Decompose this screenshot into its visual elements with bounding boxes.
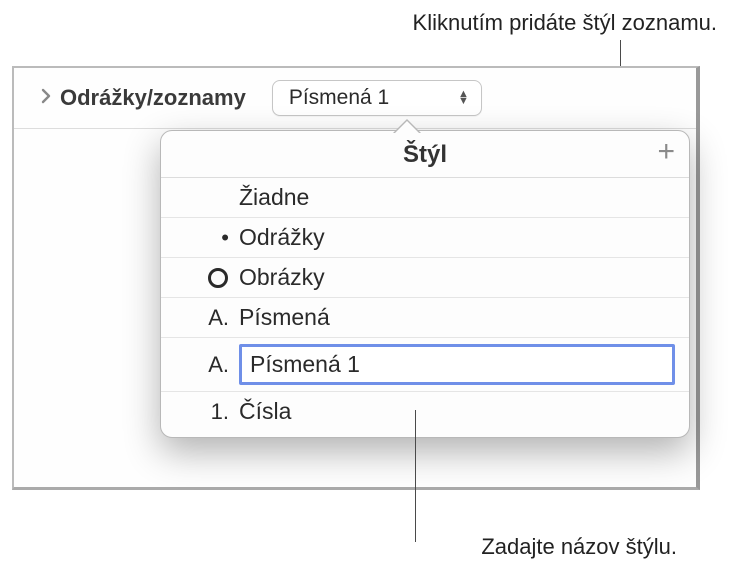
callout-enter-name: Zadajte názov štýlu. <box>481 534 677 560</box>
style-name: Obrázky <box>239 264 675 291</box>
style-row-images[interactable]: Obrázky <box>161 258 689 298</box>
bullet-icon <box>189 225 229 251</box>
letter-marker: A. <box>189 352 229 378</box>
circle-icon <box>189 267 229 289</box>
style-name: Čísla <box>239 398 675 425</box>
style-popover: Štýl + Žiadne Odrážky Obrázky A. Písmená <box>160 130 690 438</box>
style-list: Žiadne Odrážky Obrázky A. Písmená A. <box>161 178 689 437</box>
popover-title: Štýl + <box>161 131 689 178</box>
list-style-dropdown[interactable]: Písmená 1 ▲▼ <box>272 80 482 116</box>
style-row-letters[interactable]: A. Písmená <box>161 298 689 338</box>
style-row-bullets[interactable]: Odrážky <box>161 218 689 258</box>
letter-marker: A. <box>189 305 229 331</box>
dropdown-value: Písmená 1 <box>289 86 389 110</box>
style-name: Písmená <box>239 304 675 331</box>
inspector-panel: Odrážky/zoznamy Písmená 1 ▲▼ Štýl + Žiad… <box>12 66 700 490</box>
style-name: Odrážky <box>239 224 675 251</box>
callout-add-style: Kliknutím pridáte štýl zoznamu. <box>413 10 717 36</box>
style-row-none[interactable]: Žiadne <box>161 178 689 218</box>
bullets-lists-row: Odrážky/zoznamy Písmená 1 ▲▼ <box>14 68 696 129</box>
style-row-letters-1[interactable]: A. <box>161 338 689 392</box>
callout-line-bottom <box>415 410 416 542</box>
add-style-button[interactable]: + <box>657 137 675 167</box>
style-row-numbers[interactable]: 1. Čísla <box>161 392 689 437</box>
updown-chevron-icon: ▲▼ <box>458 91 469 105</box>
style-name-input[interactable] <box>239 344 675 385</box>
popover-title-text: Štýl <box>403 141 447 168</box>
number-marker: 1. <box>189 399 229 425</box>
chevron-right-icon[interactable] <box>40 88 52 109</box>
style-name: Žiadne <box>239 184 675 211</box>
section-label: Odrážky/zoznamy <box>60 85 246 111</box>
